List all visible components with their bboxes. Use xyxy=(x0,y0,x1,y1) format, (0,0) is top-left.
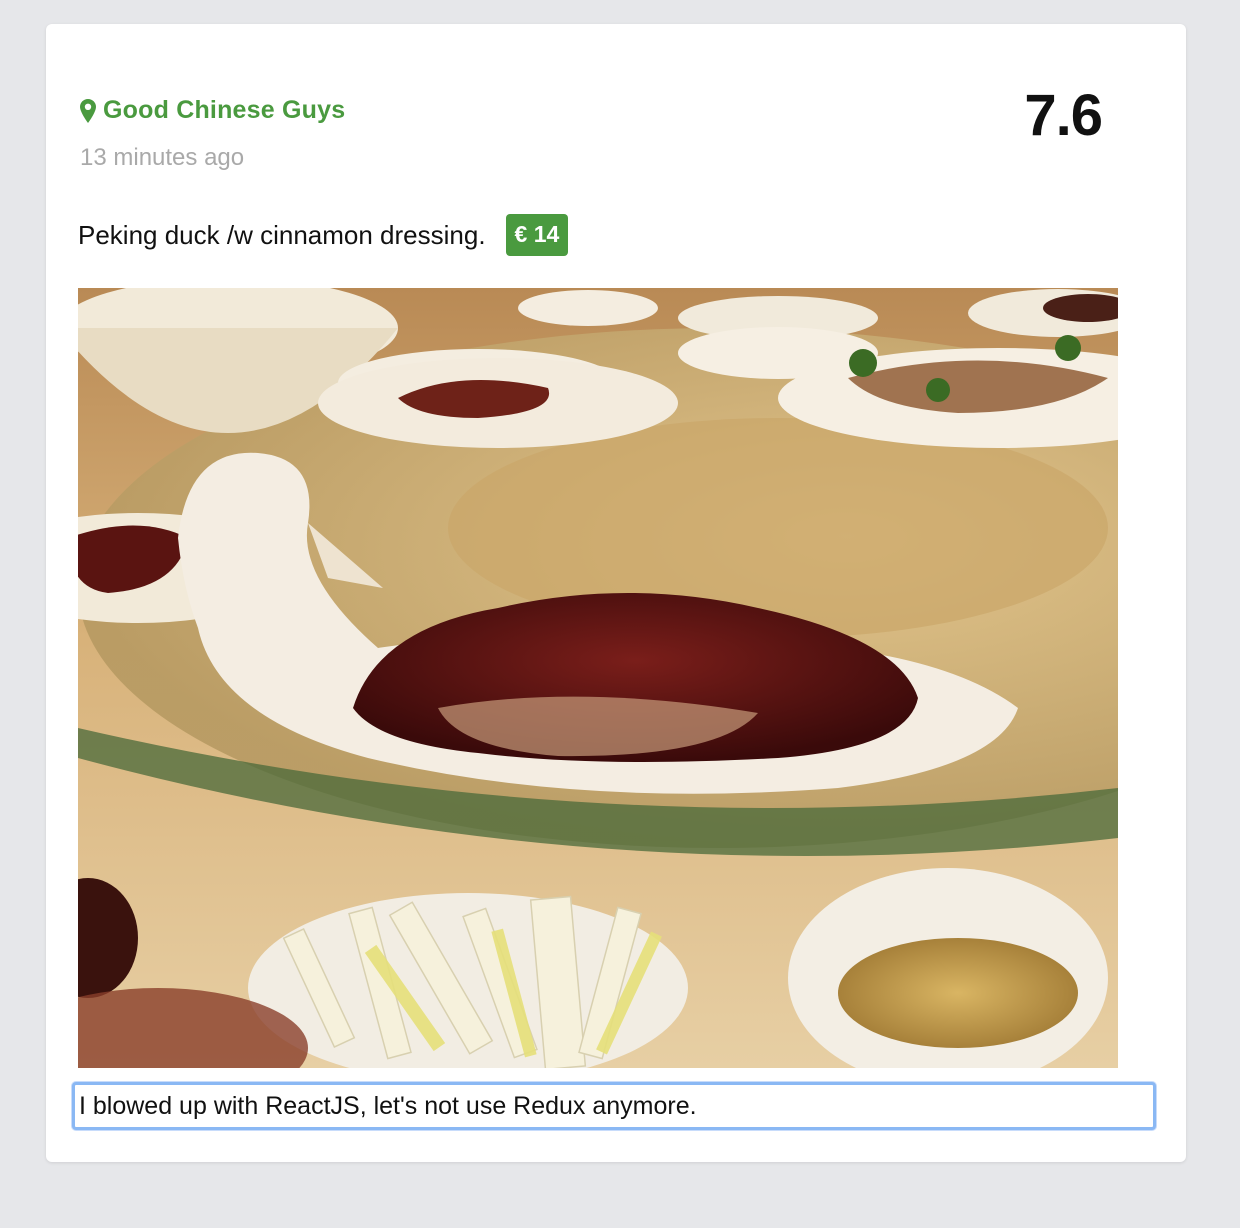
post-timestamp: 13 minutes ago xyxy=(80,144,245,171)
place-name[interactable]: Good Chinese Guys xyxy=(103,96,345,125)
map-pin-icon xyxy=(80,98,96,123)
comment-input[interactable] xyxy=(72,1082,1156,1130)
review-score: 7.6 xyxy=(1024,83,1103,148)
review-card: Good Chinese Guys 13 minutes ago 7.6 Pek… xyxy=(46,24,1186,1162)
price-badge: € 14 xyxy=(505,214,569,256)
dish-name: Peking duck /w cinnamon dressing. xyxy=(78,219,486,250)
place-link[interactable]: Good Chinese Guys xyxy=(80,96,345,125)
dish-photo xyxy=(78,288,1118,1068)
dish-row: Peking duck /w cinnamon dressing. € 14 xyxy=(78,214,569,256)
